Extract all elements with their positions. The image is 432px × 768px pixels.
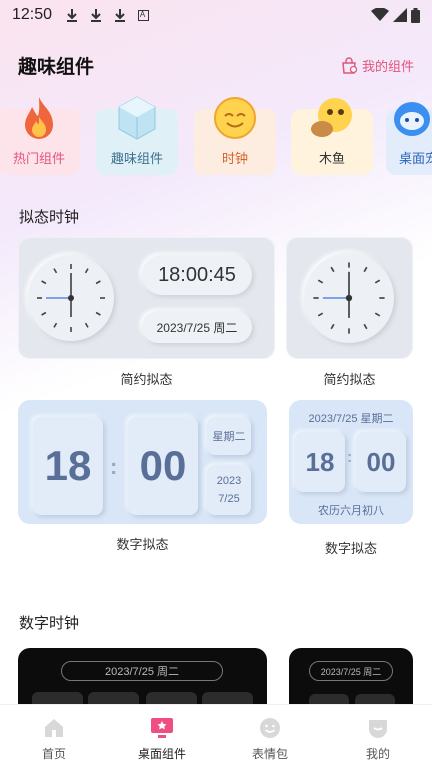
hour-tile: 18 <box>295 432 345 492</box>
tab-label: 我的 <box>365 747 390 761</box>
emoji-woodfish-icon <box>309 95 355 141</box>
page-header: 趣味组件 我的组件 <box>18 52 414 78</box>
status-time: 12:50 <box>12 6 53 23</box>
category-desktop-pet[interactable]: 桌面宠 <box>386 102 432 175</box>
hour-tile: 18 <box>33 417 103 515</box>
section-title-digital-clock: 数字时钟 <box>19 615 80 632</box>
battery-icon <box>411 7 420 23</box>
widget-caption: 简约拟态 <box>120 372 173 387</box>
category-label: 木鱼 <box>318 151 345 166</box>
signal-icon <box>393 8 407 22</box>
widget-caption: 简约拟态 <box>323 372 376 387</box>
category-clock[interactable]: 时钟 <box>194 97 276 175</box>
widget-digital-neu-large[interactable]: 18 : 00 星期二 2023 7/25 <box>18 400 267 524</box>
date-pill: 2023/7/25 周二 <box>309 661 393 681</box>
home-icon <box>45 719 63 737</box>
widget-bag-icon <box>342 57 358 74</box>
wifi-icon <box>371 8 389 21</box>
monthday-text: 7/25 <box>218 493 240 505</box>
bottom-tab-bar: 首页 桌面组件 表情包 我的 <box>0 704 432 768</box>
tab-home[interactable]: 首页 <box>0 705 108 768</box>
smiley-icon <box>260 718 280 738</box>
tab-mine[interactable]: 我的 <box>324 705 432 768</box>
date-pill: 2023/7/25 周二 <box>61 661 223 681</box>
my-widgets-button[interactable]: 我的组件 <box>340 56 414 75</box>
desktop-widget-icon <box>151 718 173 738</box>
status-bar: 12:50 A <box>0 0 432 30</box>
category-label: 热门组件 <box>12 151 65 166</box>
tab-label: 首页 <box>41 747 66 761</box>
download-icon <box>115 9 126 22</box>
profile-icon <box>369 720 387 738</box>
tab-label: 表情包 <box>251 747 288 761</box>
category-label: 桌面宠 <box>399 151 432 166</box>
widget-simple-neu-small[interactable] <box>286 237 413 359</box>
category-label: 趣味组件 <box>110 151 163 166</box>
widget-simple-neu-large[interactable]: 18:00:45 2023/7/25 周二 <box>18 237 275 359</box>
date-weekday-text: 2023/7/25 星期二 <box>308 413 394 425</box>
my-widgets-label: 我的组件 <box>361 58 414 74</box>
weekday-tile: 星期二 <box>207 417 251 455</box>
minute-tile: 00 <box>128 417 198 515</box>
app-badge-icon: A <box>138 9 150 21</box>
category-hot[interactable]: 热门组件 <box>0 97 80 175</box>
time-separator: : <box>347 449 353 466</box>
digital-time-display: 18:00:45 <box>142 255 252 295</box>
category-woodfish[interactable]: 木鱼 <box>291 98 373 175</box>
download-icon <box>67 9 78 22</box>
fire-icon <box>16 95 62 141</box>
section-title-neu-clock: 拟态时钟 <box>19 209 80 226</box>
date-tile: 2023 7/25 <box>207 465 251 515</box>
tab-stickers[interactable]: 表情包 <box>216 705 324 768</box>
notification-icons: A <box>66 8 150 22</box>
category-row: 热门组件 趣味组件 时钟 木鱼 桌面宠 <box>0 95 432 187</box>
widget-caption: 数字拟态 <box>116 537 169 552</box>
widget-digital-neu-small[interactable]: 2023/7/25 星期二 18 : 00 农历六月初八 <box>289 400 413 524</box>
widget-caption: 数字拟态 <box>324 541 377 556</box>
lunar-date-text: 农历六月初八 <box>318 505 384 517</box>
tab-desktop-widgets[interactable]: 桌面组件 <box>108 705 216 768</box>
year-text: 2023 <box>216 475 242 487</box>
emoji-clock-icon <box>212 95 258 141</box>
robot-icon <box>389 95 432 141</box>
cube-icon <box>114 95 160 141</box>
analog-clock-icon <box>28 255 114 341</box>
category-fun[interactable]: 趣味组件 <box>96 96 178 175</box>
download-icon <box>91 9 102 22</box>
category-label: 时钟 <box>221 151 248 166</box>
tab-label: 桌面组件 <box>137 747 186 761</box>
system-icons <box>371 7 420 23</box>
analog-clock-icon <box>304 253 394 343</box>
page-title: 趣味组件 <box>18 56 95 78</box>
time-separator: : <box>110 454 118 479</box>
date-display: 2023/7/25 周二 <box>142 311 252 343</box>
minute-tile: 00 <box>356 432 406 492</box>
